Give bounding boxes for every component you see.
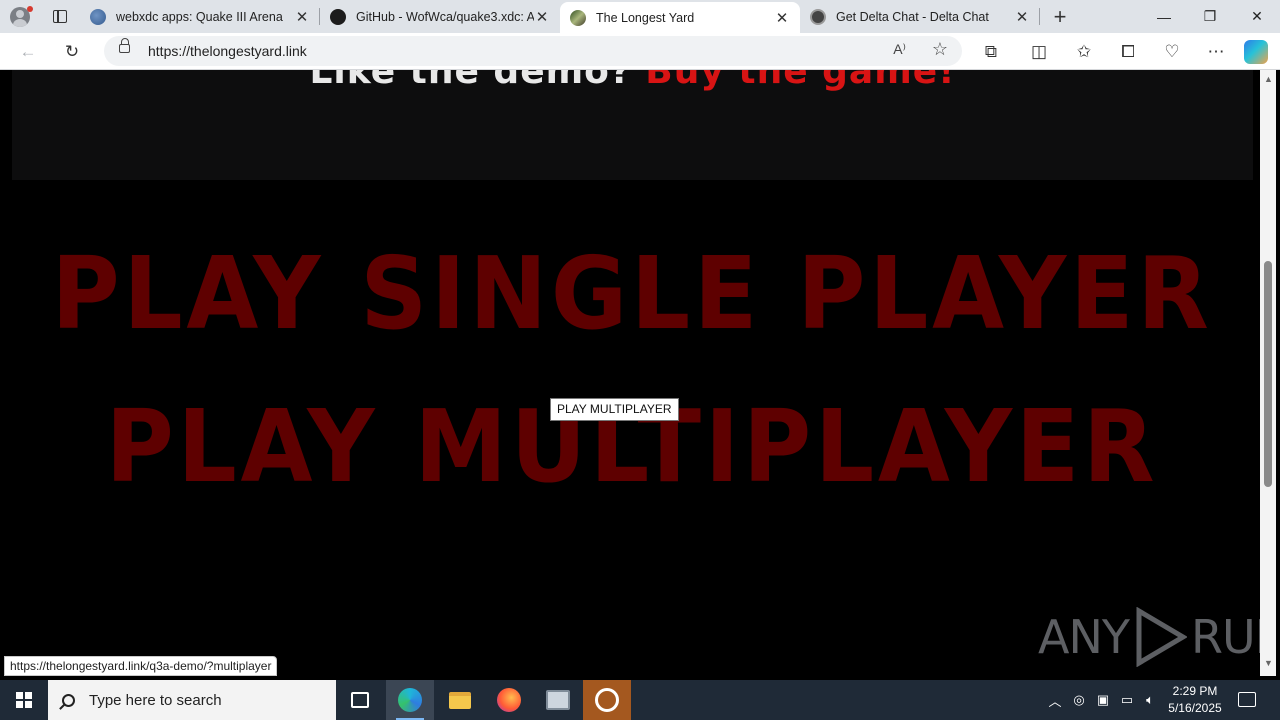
split-screen-icon[interactable]: ◫: [1025, 38, 1053, 66]
refresh-button[interactable]: ↻: [58, 38, 86, 66]
browser-essentials-icon[interactable]: ♡: [1158, 38, 1186, 66]
close-tab-icon[interactable]: ✕: [1014, 8, 1030, 26]
tab-github[interactable]: GitHub - WofWca/quake3.xdc: A ✕: [320, 0, 560, 33]
folder-icon: [449, 691, 471, 709]
tab-title: Get Delta Chat - Delta Chat: [836, 9, 989, 24]
page-content: Like the demo? Buy the game! PLAY SINGLE…: [4, 70, 1260, 676]
windows-logo-icon: [16, 692, 32, 708]
show-hidden-icons-icon[interactable]: ︿: [1046, 680, 1064, 720]
device-tray-icon[interactable]: ▣: [1094, 680, 1112, 720]
delta-chat-favicon-icon: [810, 8, 826, 25]
tab-webxdc[interactable]: webxdc apps: Quake III Arena ✕: [80, 0, 320, 33]
github-favicon-icon: [330, 8, 346, 25]
extensions-icon[interactable]: ⧉: [977, 38, 1005, 66]
collections-icon[interactable]: ⧠: [1114, 38, 1142, 66]
navigation-bar: ← ↻ https://thelongestyard.link A⁾ ☆ ⧉ ◫…: [0, 33, 1280, 70]
webxdc-favicon-icon: [90, 8, 106, 25]
settings-more-icon[interactable]: ⋯: [1202, 38, 1230, 66]
restore-button[interactable]: ❐: [1187, 0, 1233, 33]
new-tab-button[interactable]: +: [1042, 4, 1078, 30]
close-tab-icon[interactable]: ✕: [774, 9, 790, 27]
multiplayer-tooltip: PLAY MULTIPLAYER: [550, 398, 679, 421]
search-placeholder: Type here to search: [89, 691, 222, 709]
close-tab-icon[interactable]: ✕: [534, 8, 550, 26]
lock-icon[interactable]: [119, 38, 130, 53]
copilot-icon[interactable]: [1244, 40, 1268, 64]
longest-yard-favicon-icon: [570, 9, 586, 26]
banner-prefix: Like the demo?: [309, 70, 632, 92]
tab-actions-icon: [53, 10, 67, 23]
system-clock[interactable]: 2:29 PM 5/16/2025: [1160, 683, 1230, 717]
minimize-button[interactable]: —: [1141, 0, 1187, 33]
volume-icon[interactable]: 🔈︎: [1141, 680, 1159, 720]
delta-tray-icon[interactable]: ◎: [1070, 680, 1088, 720]
favorite-star-icon[interactable]: ☆: [932, 39, 948, 60]
tab-delta-chat[interactable]: Get Delta Chat - Delta Chat ✕: [800, 0, 1040, 33]
scroll-thumb[interactable]: [1264, 261, 1272, 487]
tab-title: The Longest Yard: [596, 10, 695, 25]
clock-date: 5/16/2025: [1168, 701, 1222, 715]
play-logo-icon: [1136, 607, 1187, 667]
search-icon: [62, 693, 75, 707]
play-single-player-link[interactable]: PLAY SINGLE PLAYER: [48, 235, 1216, 352]
address-bar[interactable]: https://thelongestyard.link A⁾ ☆: [104, 36, 962, 66]
banner-text: Like the demo? Buy the game!: [12, 70, 1253, 92]
delta-chat-icon: [595, 688, 619, 712]
edge-taskbar-button[interactable]: [386, 680, 434, 720]
task-view-button[interactable]: [336, 680, 384, 720]
scroll-down-icon[interactable]: ▼: [1264, 658, 1273, 668]
address-url[interactable]: https://thelongestyard.link: [148, 43, 307, 59]
tab-actions-button[interactable]: [40, 0, 80, 33]
page-scrollbar[interactable]: ▲ ▼: [1260, 70, 1276, 676]
watermark-right-text: RUN: [1190, 610, 1260, 664]
close-window-button[interactable]: ✕: [1234, 0, 1280, 33]
notification-dot: [27, 6, 33, 12]
clock-time: 2:29 PM: [1172, 684, 1218, 698]
back-button[interactable]: ←: [14, 38, 42, 66]
anyrun-watermark: ANY RUN: [1038, 607, 1260, 667]
app-window-icon: [546, 690, 570, 710]
close-tab-icon[interactable]: ✕: [294, 8, 310, 26]
tab-title: webxdc apps: Quake III Arena: [116, 9, 283, 24]
buy-banner: Like the demo? Buy the game!: [12, 70, 1253, 180]
firefox-icon: [497, 688, 521, 712]
edge-icon: [398, 688, 422, 712]
task-view-icon: [351, 692, 369, 708]
firefox-taskbar-button[interactable]: [485, 680, 533, 720]
tab-title: GitHub - WofWca/quake3.xdc: A: [356, 9, 534, 24]
status-url-bubble: https://thelongestyard.link/q3a-demo/?mu…: [4, 656, 278, 676]
buy-game-link[interactable]: Buy the game!: [645, 70, 955, 92]
watermark-left-text: ANY: [1038, 610, 1130, 664]
start-button[interactable]: [0, 680, 48, 720]
network-icon[interactable]: ▭: [1118, 680, 1136, 720]
taskbar-search[interactable]: Type here to search: [48, 680, 336, 720]
notification-center-icon[interactable]: [1238, 692, 1256, 707]
file-explorer-taskbar-button[interactable]: [436, 680, 484, 720]
profile-avatar[interactable]: [0, 0, 40, 33]
read-aloud-icon[interactable]: A⁾: [893, 41, 906, 58]
app-taskbar-button[interactable]: [534, 680, 582, 720]
tab-longest-yard[interactable]: The Longest Yard ✕: [560, 2, 800, 33]
tab-strip: webxdc apps: Quake III Arena ✕ GitHub - …: [0, 0, 1280, 33]
favorites-icon[interactable]: ✩: [1070, 38, 1098, 66]
delta-chat-taskbar-button[interactable]: [583, 680, 631, 720]
scroll-up-icon[interactable]: ▲: [1264, 74, 1273, 84]
windows-taskbar: Type here to search ︿ ◎ ▣ ▭ 🔈︎ 2:29 PM 5…: [0, 680, 1280, 720]
